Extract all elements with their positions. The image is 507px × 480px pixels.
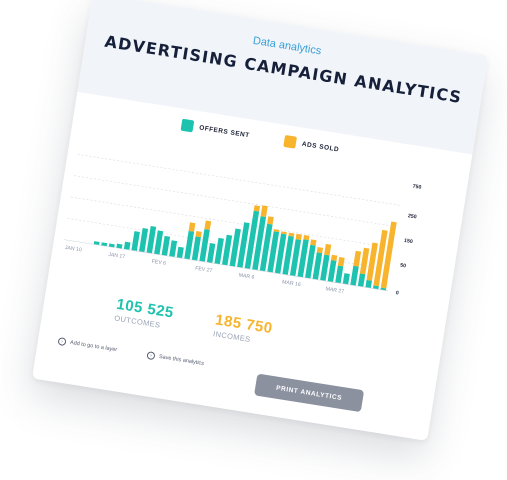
bar-ads-sold (260, 205, 268, 217)
bar-offers-sent (131, 231, 140, 252)
legend-swatch-offers (180, 118, 195, 133)
bar-offers-sent (335, 265, 344, 284)
bar-ads-sold (337, 256, 345, 267)
bar-offers-sent (327, 260, 337, 283)
grid-line (70, 196, 395, 249)
bar-ads-sold (188, 222, 196, 232)
y-tick-label: 50 (400, 263, 407, 270)
bar-ads-sold (353, 250, 362, 267)
legend-offers-sent: OFFERS SENT (180, 118, 251, 142)
bar-offers-sent (214, 237, 224, 265)
bar-ads-sold (331, 254, 338, 261)
add-to-layer-link[interactable]: › Add to go to a layer (57, 336, 118, 354)
bar-offers-sent (191, 236, 201, 261)
x-tick-label: FEV 6 (151, 259, 166, 267)
legend-ads-sold: ADS SOLD (283, 134, 340, 156)
save-analytics-label: Save this analytics (158, 353, 205, 367)
bar-offers-sent (342, 273, 350, 285)
bar-offers-sent (161, 235, 171, 256)
incomes-stat: 185 750 INCOMES (212, 311, 273, 347)
bar-ads-sold (267, 216, 274, 225)
save-analytics-link[interactable]: › Save this analytics (146, 351, 204, 368)
bar-ads-sold (204, 220, 212, 230)
bar-ads-sold (303, 234, 310, 241)
grid-line (77, 153, 402, 206)
bar-ads-sold (324, 243, 332, 256)
grid-line (74, 175, 399, 228)
x-tick-label: MAR 6 (238, 272, 255, 280)
y-tick-label: 150 (404, 238, 414, 245)
analytics-card: Data analytics ADVERTISING CAMPAIGN ANAL… (31, 0, 489, 441)
y-tick-label: 250 (407, 213, 417, 220)
legend-swatch-ads (283, 134, 298, 149)
bar-ads-sold (253, 205, 261, 212)
add-to-layer-label: Add to go to a layer (69, 339, 118, 354)
bar-offers-sent (123, 241, 131, 250)
bar-offers-sent (176, 246, 184, 259)
x-tick-label: MAR 27 (325, 286, 345, 295)
bar-offers-sent (146, 226, 157, 254)
bar-ads-sold (316, 246, 324, 254)
x-tick-label: JAN 10 (64, 245, 82, 254)
legend-label-ads: ADS SOLD (301, 140, 340, 154)
bar-offers-sent (169, 240, 178, 258)
bar-offers-sent (138, 228, 149, 253)
bar-chart: JAN 10 JAN 17 FEV 6 FEV 27 MAR 6 MAR 16 MAR 27… (64, 153, 422, 297)
bar-ads-sold (295, 233, 302, 240)
bar-ads-sold (310, 239, 317, 246)
bar-offers-sent (357, 273, 366, 288)
bar-offers-sent (154, 230, 164, 255)
legend-label-offers: OFFERS SENT (198, 123, 251, 139)
bar-ads-sold (359, 247, 370, 275)
bar-offers-sent (350, 265, 359, 286)
bar-offers-sent (365, 279, 372, 289)
bar-offers-sent (312, 252, 323, 280)
outcomes-stat: 105 525 OUTCOMES (114, 296, 175, 332)
x-tick-label: MAR 16 (282, 279, 302, 288)
x-tick-label: JAN 17 (108, 252, 126, 261)
bar-ads-sold (195, 231, 202, 238)
arrow-circle-icon: › (57, 336, 67, 347)
x-tick-label: FEV 27 (195, 266, 213, 275)
print-analytics-button[interactable]: PRINT ANALYTICS (254, 373, 365, 413)
bar-offers-sent (206, 243, 216, 264)
y-tick-label: 750 (412, 184, 422, 191)
arrow-circle-icon: › (146, 351, 156, 361)
y-tick-label: 0 (395, 290, 399, 296)
